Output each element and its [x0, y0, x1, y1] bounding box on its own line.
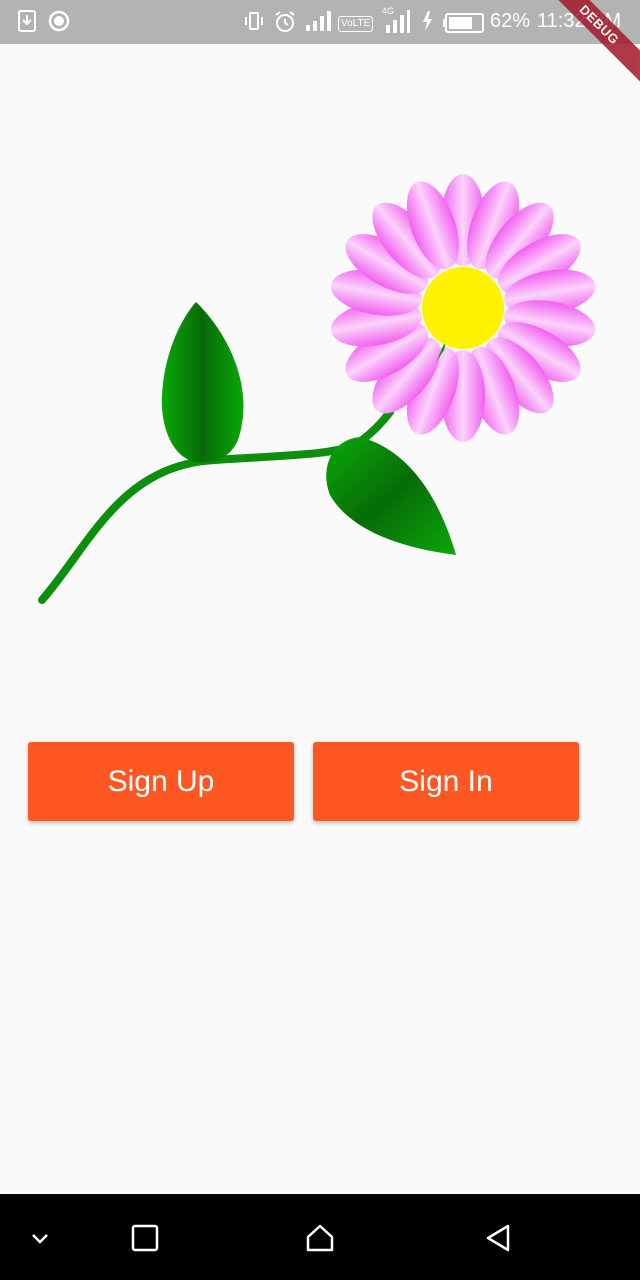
home-icon[interactable]: [296, 1214, 344, 1262]
battery-icon: [443, 13, 485, 38]
alarm-icon: [273, 10, 297, 39]
sign-in-button[interactable]: Sign In: [313, 742, 579, 821]
status-bar: VoLTE 4G 62% 11:32 PM: [0, 0, 640, 44]
sign-up-button[interactable]: Sign Up: [28, 742, 294, 821]
circle-notification-icon: [48, 10, 70, 37]
download-notification-icon: [18, 10, 36, 37]
chevron-down-icon[interactable]: [16, 1214, 64, 1262]
volte-icon: VoLTE: [338, 13, 374, 32]
navigation-bar: [0, 1194, 640, 1280]
vibrate-icon: [243, 10, 265, 37]
battery-percent: 62%: [490, 10, 531, 32]
upper-leaf: [161, 302, 244, 463]
back-icon[interactable]: [474, 1214, 522, 1262]
lower-leaf: [326, 437, 456, 555]
volte-label: VoLTE: [338, 16, 374, 32]
flower-illustration: [38, 174, 596, 604]
charging-icon: [421, 10, 433, 37]
flower-center: [422, 267, 504, 349]
signal-icon: [305, 10, 331, 37]
recent-apps-icon[interactable]: [121, 1214, 169, 1262]
